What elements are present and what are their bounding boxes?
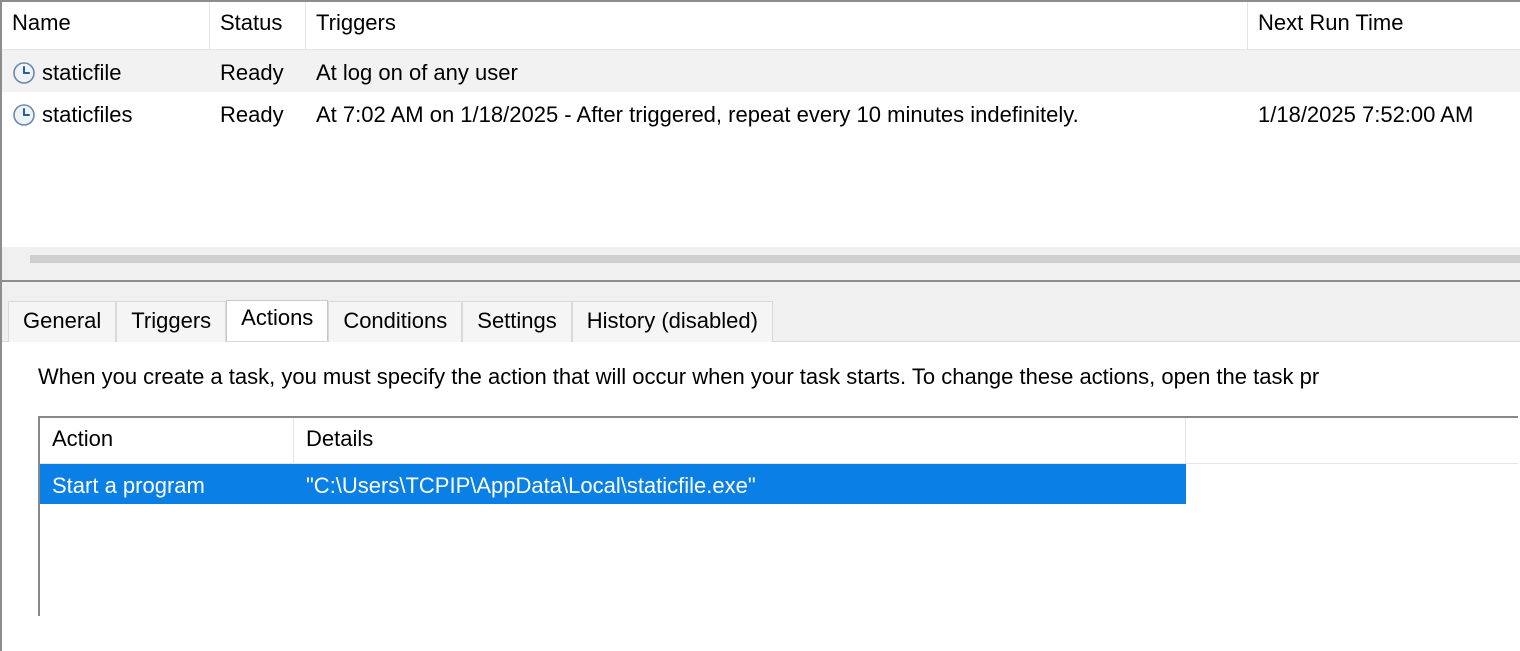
task-trigger: At 7:02 AM on 1/18/2025 - After triggere… [306,98,1248,128]
column-header-triggers[interactable]: Triggers [306,2,1248,50]
pane-splitter[interactable] [2,246,1520,280]
column-header-name[interactable]: Name [2,2,210,50]
column-header-status[interactable]: Status [210,2,306,50]
tab-actions[interactable]: Actions [226,300,328,341]
task-status: Ready [210,98,306,128]
task-detail-pane: General Triggers Actions Conditions Sett… [2,280,1520,651]
task-name: staticfiles [42,102,132,128]
tab-settings[interactable]: Settings [462,301,572,342]
column-header-details[interactable]: Details [294,418,1186,464]
actions-tab-body: When you create a task, you must specify… [2,341,1520,651]
task-status: Ready [210,56,306,86]
task-clock-icon [12,103,36,127]
tab-general[interactable]: General [8,301,116,342]
task-name: staticfile [42,60,121,86]
column-header-next-run[interactable]: Next Run Time [1248,2,1520,50]
task-clock-icon [12,61,36,85]
tab-history[interactable]: History (disabled) [572,301,773,342]
splitter-bar[interactable] [30,255,1520,263]
actions-list[interactable]: Action Details Start a program "C:\Users… [38,416,1518,616]
task-next-run [1248,69,1520,73]
task-list-header: Name Status Triggers Next Run Time [2,2,1520,50]
actions-list-header: Action Details [40,418,1518,464]
task-row[interactable]: staticfiles Ready At 7:02 AM on 1/18/202… [2,92,1520,134]
task-trigger: At log on of any user [306,56,1248,86]
task-list[interactable]: Name Status Triggers Next Run Time stati… [2,2,1520,246]
actions-description: When you create a task, you must specify… [38,364,1520,416]
action-type: Start a program [40,469,294,499]
action-row[interactable]: Start a program "C:\Users\TCPIP\AppData\… [40,464,1186,504]
column-header-action[interactable]: Action [40,418,294,464]
action-details: "C:\Users\TCPIP\AppData\Local\staticfile… [294,469,1186,499]
task-next-run: 1/18/2025 7:52:00 AM [1248,98,1520,128]
column-header-blank [1186,418,1518,464]
tab-conditions[interactable]: Conditions [328,301,462,342]
tab-triggers[interactable]: Triggers [116,301,226,342]
task-row[interactable]: staticfile Ready At log on of any user [2,50,1520,92]
task-scheduler-pane: Name Status Triggers Next Run Time stati… [0,0,1520,651]
detail-tabs: General Triggers Actions Conditions Sett… [2,300,1520,341]
